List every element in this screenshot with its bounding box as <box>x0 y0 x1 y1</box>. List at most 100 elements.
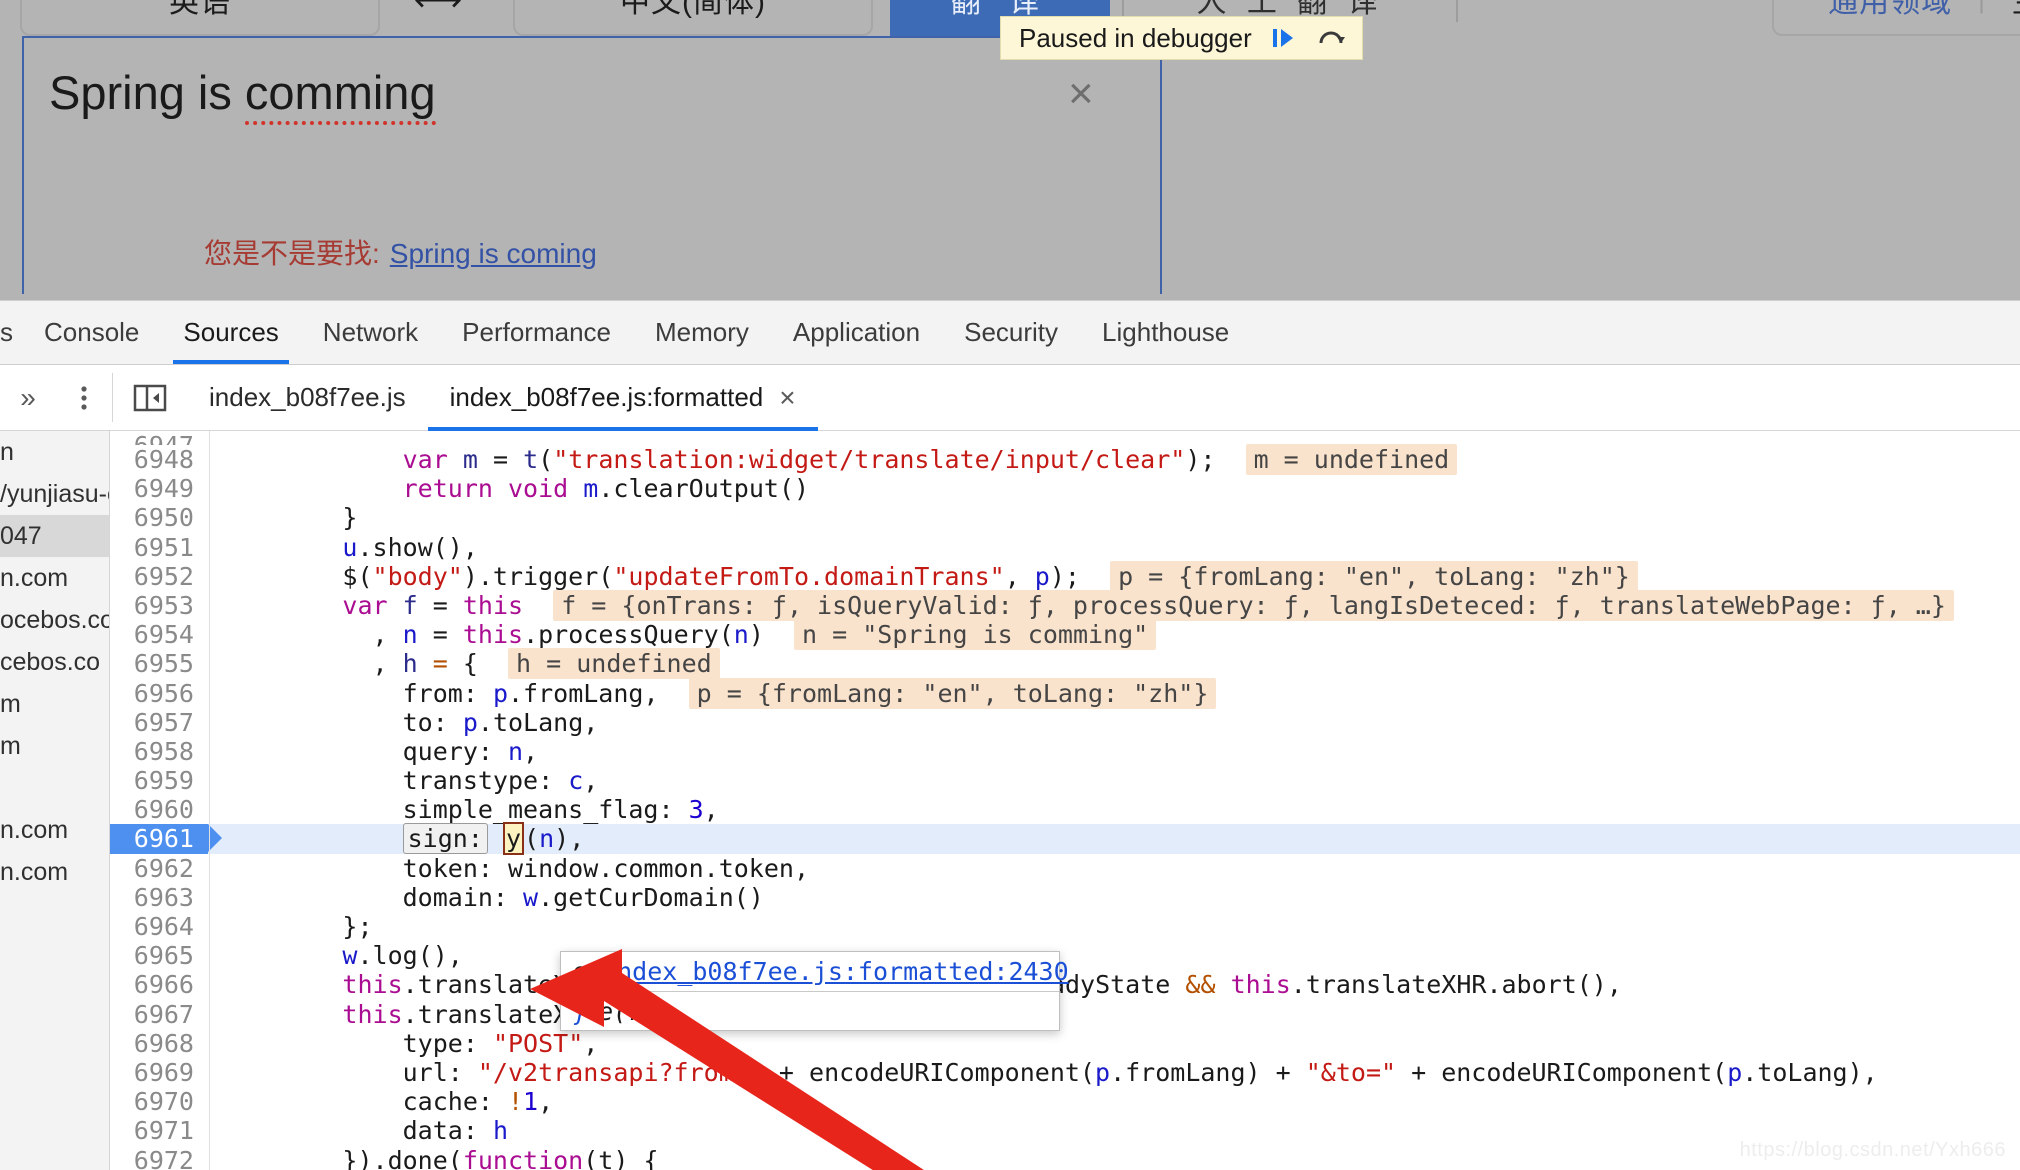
line-number[interactable]: 6958 <box>110 736 208 767</box>
line-number[interactable]: 6971 <box>110 1116 208 1146</box>
navigator-item[interactable]: m <box>0 725 109 767</box>
navigator-item[interactable]: n.com <box>0 809 109 851</box>
tab-security[interactable]: Security <box>942 301 1080 364</box>
popup-source-link[interactable]: index_b08f7ee.js:formatted:2430 <box>602 957 1069 986</box>
navigator-item[interactable]: 047 <box>0 515 109 557</box>
code-line[interactable]: 6954 , n = this.processQuery(n) n = "Spr… <box>110 619 2020 651</box>
line-number[interactable]: 6961 <box>110 824 222 854</box>
close-icon[interactable]: × <box>779 382 795 414</box>
translation-input-card[interactable]: Spring is comming × 您是不是要找: Spring is com… <box>22 36 1162 294</box>
translation-input-text[interactable]: Spring is comming <box>49 65 436 125</box>
line-number[interactable]: 6962 <box>110 853 208 883</box>
resume-script-icon[interactable] <box>1266 21 1300 55</box>
code-line[interactable]: 6963 domain: w.getCurDomain() <box>110 882 2020 912</box>
input-text-prefix: Spring is <box>49 66 245 119</box>
code-line[interactable]: 6949 return void m.clearOutput() <box>110 474 2020 504</box>
tab-application[interactable]: Application <box>771 301 942 364</box>
navigator-item[interactable]: m <box>0 683 109 725</box>
tab-network[interactable]: Network <box>301 301 440 364</box>
line-number[interactable]: 6952 <box>110 561 208 591</box>
code-line[interactable]: 6953 var f = this f = {onTrans: ƒ, isQue… <box>110 589 2020 621</box>
code-line[interactable]: 6970 cache: !1, <box>110 1087 2020 1117</box>
line-number[interactable]: 6972 <box>110 1145 208 1170</box>
code-line[interactable]: 6972 }).done(function(t) { <box>110 1145 2020 1170</box>
navigator-item[interactable]: n.com <box>0 851 109 893</box>
tab-lighthouse[interactable]: Lighthouse <box>1080 301 1251 364</box>
show-navigator-panel-icon[interactable] <box>113 365 187 430</box>
code-line[interactable]: 6964 }; <box>110 912 2020 942</box>
domain-bio-label[interactable]: 生物医药 <box>2012 0 2020 21</box>
line-number[interactable]: 6953 <box>110 590 208 621</box>
tab-elements-truncated[interactable]: s <box>0 301 22 364</box>
code-line[interactable]: 6955 , h = { h = undefined <box>110 648 2020 680</box>
line-number[interactable]: 6955 <box>110 649 208 679</box>
domain-general-label[interactable]: 通用领域 <box>1828 0 1952 21</box>
line-number[interactable]: 6947 <box>110 431 208 460</box>
code-line[interactable]: 6948 var m = t("translation:widget/trans… <box>110 444 2020 475</box>
line-number[interactable]: 6954 <box>110 620 208 650</box>
line-number[interactable]: 6960 <box>110 795 208 825</box>
line-number[interactable]: 6970 <box>110 1087 208 1117</box>
line-number[interactable]: 6951 <box>110 532 208 562</box>
swap-languages-icon[interactable]: ⟷ <box>413 0 463 20</box>
domain-divider: | <box>1978 0 1986 15</box>
code-line[interactable]: 6950 } <box>110 503 2020 533</box>
line-number[interactable]: 6968 <box>110 1028 208 1058</box>
navigator-item[interactable]: cebos.co <box>0 641 109 683</box>
sources-navigator-sidebar[interactable]: n/yunjiasu-c 047 n.com ocebos.co cebos.co m m n… <box>0 431 110 1170</box>
code-line[interactable]: 6960 simple_means_flag: 3, <box>110 795 2020 825</box>
code-token: ), <box>554 824 585 854</box>
navigator-item[interactable]: n.com <box>0 557 109 599</box>
file-tab-index-js-formatted[interactable]: index_b08f7ee.js:formatted × <box>427 365 818 431</box>
file-tab-index-js[interactable]: index_b08f7ee.js <box>187 365 428 430</box>
source-language-selector[interactable]: 英语 <box>20 0 380 36</box>
code-token: p <box>1727 1057 1743 1087</box>
code-line[interactable]: 6957 to: p.toLang, <box>110 707 2020 737</box>
code-line[interactable]: 6951 u.show(), <box>110 532 2020 562</box>
more-tabs-icon[interactable]: » <box>0 365 56 430</box>
code-line[interactable]: 6952 $("body").trigger("updateFromTo.dom… <box>110 560 2020 592</box>
code-line-current[interactable]: 6961 sign: y (n), <box>110 822 2020 856</box>
navigator-item[interactable]: ocebos.co <box>0 599 109 641</box>
line-number[interactable]: 6956 <box>110 678 208 708</box>
navigator-item[interactable] <box>0 767 109 809</box>
line-number[interactable]: 6967 <box>110 999 208 1029</box>
code-line[interactable]: 6969 url: "/v2transapi?from=" + encodeUR… <box>110 1057 2020 1088</box>
code-line[interactable]: 6956 from: p.fromLang, p = {fromLang: "e… <box>110 677 2020 709</box>
code-line[interactable]: 6958 query: n, <box>110 736 2020 767</box>
tab-performance[interactable]: Performance <box>440 301 633 364</box>
line-number[interactable]: 6948 <box>110 445 208 475</box>
line-number[interactable]: 6957 <box>110 707 208 737</box>
line-number[interactable]: 6969 <box>110 1057 208 1088</box>
clear-input-icon[interactable]: × <box>1068 72 1108 116</box>
line-number[interactable]: 6964 <box>110 912 208 942</box>
step-over-icon[interactable] <box>1314 21 1348 55</box>
tab-memory[interactable]: Memory <box>633 301 771 364</box>
line-number[interactable]: 6950 <box>110 503 208 533</box>
code-line[interactable]: 6968 type: "POST", <box>110 1028 2020 1058</box>
tab-label: Performance <box>462 317 611 347</box>
line-number[interactable]: 6949 <box>110 474 208 504</box>
code-line-text: var m = t("translation:widget/translate/… <box>222 444 1458 475</box>
gutter-divider <box>209 970 210 1000</box>
domain-selector[interactable]: 通用领域 | 生物医药 <box>1772 0 2020 36</box>
code-line[interactable]: 6967 this.translateXHR = $.ajax({ <box>110 999 2020 1029</box>
tab-sources[interactable]: Sources <box>161 301 300 364</box>
code-line[interactable]: 6959 transtype: c, <box>110 766 2020 796</box>
target-language-selector[interactable]: 中文(简体) <box>513 0 873 36</box>
navigator-item[interactable]: n <box>0 431 109 473</box>
code-line[interactable]: 6971 data: h <box>110 1116 2020 1146</box>
navigator-item[interactable]: /yunjiasu-c <box>0 473 109 515</box>
suggestion-link[interactable]: Spring is coming <box>390 238 597 269</box>
tab-console[interactable]: Console <box>22 301 161 364</box>
more-options-icon[interactable] <box>56 365 112 430</box>
code-editor[interactable]: 69476948 var m = t("translation:widget/t… <box>110 431 2020 1170</box>
line-number[interactable]: 6966 <box>110 970 208 1000</box>
code-line[interactable]: 6962 token: window.common.token, <box>110 853 2020 883</box>
line-number[interactable]: 6963 <box>110 882 208 912</box>
code-line[interactable]: 6947 <box>110 431 2020 460</box>
line-number[interactable]: 6959 <box>110 766 208 796</box>
line-number[interactable]: 6965 <box>110 941 208 971</box>
